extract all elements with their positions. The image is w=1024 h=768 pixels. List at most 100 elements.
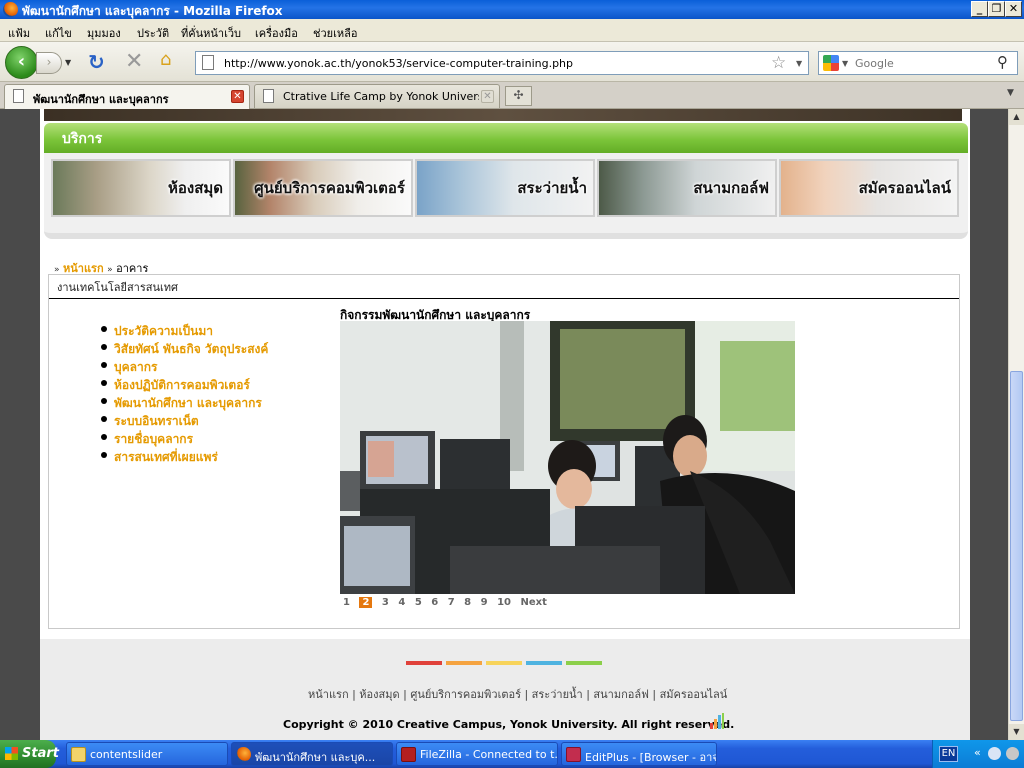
- page-link-4[interactable]: 4: [398, 597, 405, 608]
- speaker-icon[interactable]: [1006, 747, 1019, 760]
- page-link-2-current[interactable]: 2: [359, 597, 373, 608]
- tab-list-icon[interactable]: ▼: [1007, 88, 1014, 98]
- menu-bookmarks[interactable]: ที่คั่นหน้าเว็บ: [181, 24, 241, 42]
- page-link-5[interactable]: 5: [415, 597, 422, 608]
- banner-online-application[interactable]: สมัครออนไลน์: [779, 159, 959, 217]
- restore-button[interactable]: ❐: [988, 1, 1005, 17]
- copyright-text: Copyright © 2010 Creative Campus, Yonok …: [283, 718, 735, 731]
- menu-tools[interactable]: เครื่องมือ: [255, 24, 298, 42]
- search-input[interactable]: [855, 55, 995, 71]
- banner-library[interactable]: ห้องสมุด: [51, 159, 231, 217]
- banner-golf-course[interactable]: สนามกอล์ฟ: [597, 159, 777, 217]
- task-label: EditPlus - [Browser - อาจ...: [585, 751, 717, 764]
- page-link-9[interactable]: 9: [481, 597, 488, 608]
- menu-history[interactable]: ประวัติ: [137, 24, 169, 42]
- task-filezilla[interactable]: FileZilla - Connected to t...: [396, 742, 558, 766]
- menu-link-staff[interactable]: บุคลากร: [101, 358, 268, 376]
- header-image-strip: [44, 109, 962, 121]
- page-footer: หน้าแรก | ห้องสมุด | ศูนย์บริการคอมพิวเต…: [40, 639, 970, 740]
- menu-link-intranet[interactable]: ระบบอินทราเน็ต: [101, 412, 268, 430]
- tab-strip: พัฒนานักศึกษา และบุคลากร ✕ Ctrative Life…: [0, 82, 1024, 109]
- banner-label: ศูนย์บริการคอมพิวเตอร์: [254, 179, 405, 197]
- menu-edit[interactable]: แก้ไข: [45, 24, 72, 42]
- computer-lab-photo: [340, 321, 795, 594]
- page-icon: [263, 89, 274, 103]
- google-icon[interactable]: [823, 55, 839, 71]
- vertical-scrollbar[interactable]: ▲ ▼: [1008, 109, 1024, 740]
- page-link-7[interactable]: 7: [448, 597, 455, 608]
- side-menu: ประวัติความเป็นมา วิสัยทัศน์ พันธกิจ วัต…: [101, 322, 268, 466]
- close-tab-icon[interactable]: ✕: [481, 90, 494, 103]
- menu-link-vision[interactable]: วิสัยทัศน์ พันธกิจ วัตถุประสงค์: [101, 340, 268, 358]
- scroll-up-icon[interactable]: ▲: [1009, 109, 1024, 125]
- navigation-toolbar: ‹ › ▼ ↻ ✕ ⌂ http://www.yonok.ac.th/yonok…: [0, 42, 1024, 82]
- footer-links[interactable]: หน้าแรก | ห้องสมุด | ศูนย์บริการคอมพิวเต…: [308, 685, 727, 703]
- color-bar-blue: [526, 661, 562, 665]
- page-icon: [202, 55, 214, 70]
- url-dropdown-icon[interactable]: ▼: [796, 59, 802, 68]
- menu-link-history[interactable]: ประวัติความเป็นมา: [101, 322, 268, 340]
- page-link-next[interactable]: Next: [520, 597, 546, 608]
- menu-link-published-info[interactable]: สารสนเทศที่เผยแพร่: [101, 448, 268, 466]
- back-button[interactable]: ‹: [5, 46, 38, 79]
- page-link-8[interactable]: 8: [464, 597, 471, 608]
- banner-computer-center[interactable]: ศูนย์บริการคอมพิวเตอร์: [233, 159, 413, 217]
- stop-icon[interactable]: ✕: [125, 49, 143, 74]
- banner-swimming-pool[interactable]: สระว่ายน้ำ: [415, 159, 595, 217]
- section-title: งานเทคโนโลยีสารสนเทศ: [57, 281, 178, 294]
- search-icon[interactable]: ⚲: [997, 53, 1008, 71]
- task-editplus[interactable]: EditPlus - [Browser - อาจ...: [561, 742, 717, 766]
- banner-label: ห้องสมุด: [167, 179, 223, 197]
- page-link-1[interactable]: 1: [343, 597, 350, 608]
- close-window-button[interactable]: ✕: [1005, 1, 1022, 17]
- page-link-3[interactable]: 3: [382, 597, 389, 608]
- new-tab-button[interactable]: ✣: [505, 86, 532, 106]
- stats-counter-icon[interactable]: [710, 713, 724, 729]
- minimize-button[interactable]: _: [971, 1, 988, 17]
- search-engine-dropdown-icon[interactable]: ▼: [842, 59, 848, 68]
- url-text[interactable]: http://www.yonok.ac.th/yonok53/service-c…: [224, 57, 573, 70]
- services-header: บริการ: [44, 123, 968, 153]
- page-link-10[interactable]: 10: [497, 597, 511, 608]
- reload-icon[interactable]: ↻: [88, 50, 105, 74]
- history-dropdown-icon[interactable]: ▼: [65, 58, 71, 67]
- task-firefox[interactable]: พัฒนานักศึกษา และบุค...: [231, 742, 393, 766]
- close-tab-icon[interactable]: ✕: [231, 90, 244, 103]
- tab-current[interactable]: พัฒนานักศึกษา และบุคลากร ✕: [4, 84, 250, 109]
- page-viewport: บริการ ห้องสมุด ศูนย์บริการคอมพิวเตอร์ ส…: [0, 109, 1008, 740]
- back-arrow-icon: ‹: [17, 51, 26, 72]
- show-hidden-icons-icon[interactable]: «: [974, 746, 981, 759]
- forward-button[interactable]: ›: [36, 52, 62, 74]
- editplus-icon: [566, 747, 581, 762]
- menu-view[interactable]: มุมมอง: [87, 24, 121, 42]
- language-indicator[interactable]: EN: [939, 746, 958, 762]
- tab-ctrative-life-camp[interactable]: Ctrative Life Camp by Yonok University..…: [254, 84, 500, 108]
- menu-link-staff-list[interactable]: รายชื่อบุคลากร: [101, 430, 268, 448]
- tab-label: พัฒนานักศึกษา และบุคลากร: [33, 93, 169, 106]
- color-bar-yellow: [486, 661, 522, 665]
- banner-label: สระว่ายน้ำ: [517, 179, 587, 197]
- services-banner-panel: ห้องสมุด ศูนย์บริการคอมพิวเตอร์ สระว่ายน…: [44, 153, 968, 239]
- page-link-6[interactable]: 6: [431, 597, 438, 608]
- menu-help[interactable]: ช่วยเหลือ: [313, 24, 357, 42]
- home-icon[interactable]: ⌂: [160, 51, 182, 71]
- banner-label: สมัครออนไลน์: [858, 179, 951, 197]
- page-icon: [13, 89, 24, 103]
- menu-link-student-development[interactable]: พัฒนานักศึกษา และบุคลากร: [101, 394, 268, 412]
- plus-icon: ✣: [513, 88, 524, 102]
- scrollbar-thumb[interactable]: [1010, 371, 1023, 721]
- search-box[interactable]: ▼ ⚲: [818, 51, 1018, 75]
- task-contentslider[interactable]: contentslider: [66, 742, 228, 766]
- footer-color-bars: [406, 655, 606, 668]
- pagination: 1 2 3 4 5 6 7 8 9 10 Next: [343, 597, 553, 608]
- start-button[interactable]: Start: [0, 740, 59, 768]
- bookmark-star-icon[interactable]: ☆: [771, 53, 786, 73]
- scroll-down-icon[interactable]: ▼: [1009, 724, 1024, 740]
- web-page: บริการ ห้องสมุด ศูนย์บริการคอมพิวเตอร์ ส…: [40, 109, 970, 740]
- menu-file[interactable]: แฟ้ม: [8, 24, 30, 42]
- address-bar[interactable]: http://www.yonok.ac.th/yonok53/service-c…: [195, 51, 809, 75]
- network-icon[interactable]: [988, 747, 1001, 760]
- content-box: งานเทคโนโลยีสารสนเทศ ประวัติความเป็นมา ว…: [48, 274, 960, 629]
- task-label: พัฒนานักศึกษา และบุค...: [255, 751, 376, 764]
- menu-link-computer-lab[interactable]: ห้องปฏิบัติการคอมพิวเตอร์: [101, 376, 268, 394]
